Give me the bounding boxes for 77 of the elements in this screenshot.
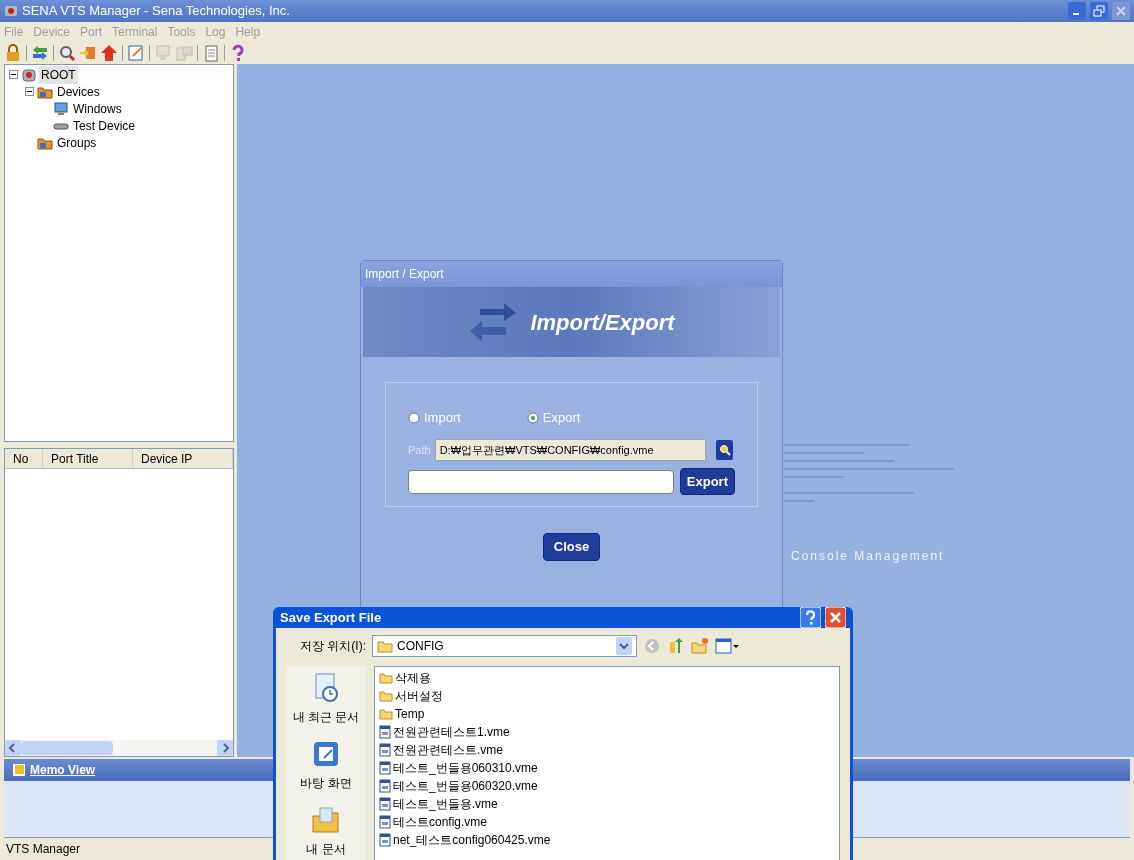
column-header[interactable]: Device IP [133, 449, 233, 468]
view-menu-icon[interactable] [715, 637, 739, 655]
listing-entry[interactable]: net_테스트config060425.vme [393, 831, 551, 849]
tree-item[interactable]: Groups [55, 133, 99, 152]
file-icon [379, 725, 391, 739]
listing-entry[interactable]: Temp [395, 705, 425, 723]
dialog-title: Import / Export [361, 261, 782, 287]
listing-entry[interactable]: 전원관련테스트.vme [393, 741, 503, 759]
dialog-title: Save Export File [280, 608, 383, 627]
listing-entry[interactable]: 테스트_번들용060320.vme [393, 777, 538, 795]
file-icon [379, 833, 391, 847]
browse-button[interactable] [714, 438, 735, 462]
tree-item[interactable]: Windows [71, 99, 124, 118]
radio-button[interactable] [526, 412, 539, 424]
up-folder-icon[interactable] [667, 637, 685, 655]
close-icon[interactable] [825, 607, 846, 628]
minimize-icon[interactable] [1068, 2, 1086, 20]
window-title: SENA VTS Manager - Sena Technologies, Inc. [22, 2, 291, 21]
file-icon [379, 815, 391, 829]
location-value: CONFIG [397, 638, 445, 655]
magnifier-icon[interactable] [58, 44, 76, 62]
restore-icon[interactable] [1090, 2, 1108, 20]
folder-icon[interactable] [310, 804, 342, 834]
place-label[interactable]: 내 최근 문서 [292, 708, 360, 726]
radio-button[interactable] [408, 412, 420, 424]
collapse-icon[interactable] [25, 87, 34, 96]
computer-icon [53, 100, 69, 117]
folder-icon [379, 672, 393, 684]
app-icon [4, 4, 18, 18]
close-icon[interactable] [1112, 2, 1130, 20]
background-caption: Console Management [791, 548, 945, 565]
scroll-thumb[interactable] [21, 741, 113, 755]
file-icon [379, 743, 391, 757]
place-label[interactable]: 바탕 화면 [300, 774, 352, 792]
listing-entry[interactable]: 테스트_번들용060310.vme [393, 759, 538, 777]
import-icon[interactable] [79, 44, 97, 62]
cube-icon [21, 66, 37, 83]
scroll-right-icon[interactable] [217, 740, 233, 756]
place-label[interactable]: 내 문서 [306, 840, 346, 858]
file-icon [379, 761, 391, 775]
edit-icon[interactable] [127, 44, 145, 62]
path-field[interactable]: D:₩업무관련₩VTS₩CONFIG₩config.vme [434, 439, 707, 461]
tree-item[interactable]: Devices [55, 82, 102, 101]
column-header[interactable]: No [5, 449, 43, 468]
scroll-left-icon[interactable] [5, 740, 21, 756]
collapse-icon[interactable] [9, 70, 18, 79]
new-folder-icon[interactable] [691, 637, 709, 655]
banner-title: Import/Export [530, 308, 675, 337]
note-icon [12, 763, 26, 777]
memo-view-title[interactable]: Memo View [30, 761, 96, 779]
column-header[interactable]: Port Title [43, 449, 133, 468]
location-label: 저장 위치(I): [299, 638, 366, 655]
location-dropdown[interactable]: CONFIG [372, 635, 637, 657]
document-icon[interactable] [202, 44, 220, 62]
listing-entry[interactable]: 테스트config.vme [393, 813, 488, 831]
tree-item[interactable]: Test Device [71, 116, 138, 135]
lock-icon[interactable] [4, 44, 22, 62]
path-label: Path [408, 442, 431, 458]
folder-icon [379, 690, 393, 702]
listing-entry[interactable]: 전원관련테스트1.vme [393, 723, 510, 741]
listing-entry[interactable]: 서버설정 [395, 687, 443, 705]
close-button[interactable]: Close [542, 533, 601, 561]
listing-entry[interactable]: 삭제용 [395, 669, 431, 687]
file-name-field[interactable] [408, 469, 674, 494]
horizontal-scrollbar[interactable] [5, 740, 233, 756]
help-icon[interactable] [800, 607, 821, 628]
listing-entry[interactable]: 테스트_번들용.vme [393, 795, 498, 813]
two-way-arrows-icon[interactable] [31, 44, 49, 62]
folder-icon [377, 639, 393, 653]
file-icon [379, 797, 391, 811]
search-icon [718, 444, 731, 456]
file-icon [379, 779, 391, 793]
status-text: VTS Manager [6, 841, 81, 858]
up-arrow-icon[interactable] [100, 44, 118, 62]
tree-item[interactable]: ROOT [39, 65, 78, 84]
export-button[interactable]: Export [679, 468, 735, 495]
folder-icon [379, 708, 393, 720]
